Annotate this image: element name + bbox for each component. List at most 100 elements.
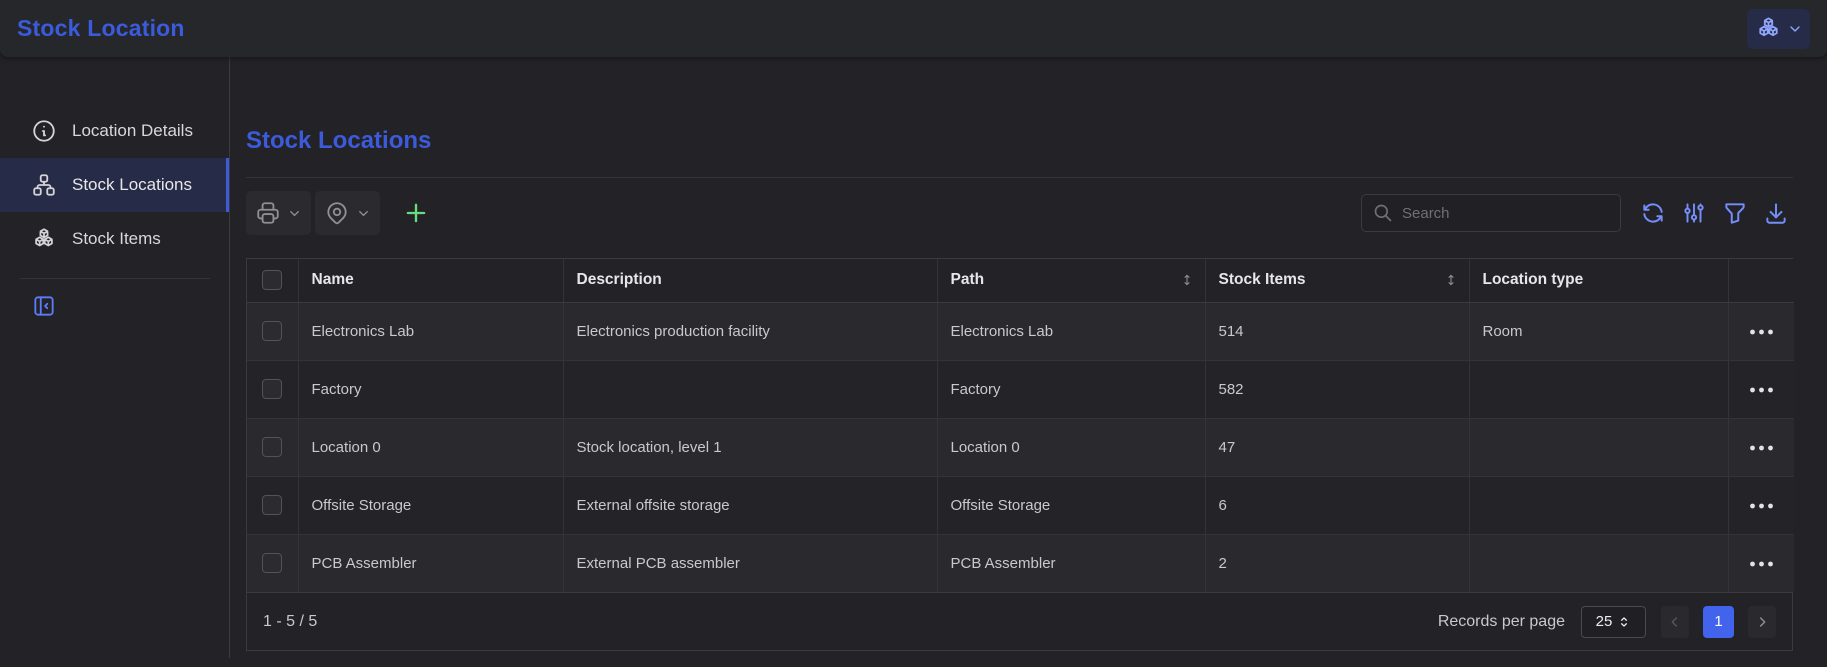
sidebar-item-stock-items[interactable]: Stock Items (0, 212, 229, 266)
cell-path: Electronics Lab (937, 302, 1205, 360)
cell-path: Factory (937, 360, 1205, 418)
cell-location-type: Room (1469, 302, 1728, 360)
row-actions-button[interactable] (1748, 385, 1775, 395)
previous-page-button[interactable] (1661, 606, 1689, 638)
stock-nav-dropdown-button[interactable] (1747, 9, 1810, 49)
row-checkbox[interactable] (262, 437, 282, 457)
records-per-page-select[interactable]: 25 (1581, 606, 1646, 638)
page-1-button[interactable]: 1 (1703, 606, 1734, 638)
cell-name: Electronics Lab (298, 302, 563, 360)
table-row[interactable]: Offsite Storage External offsite storage… (247, 476, 1794, 534)
select-all-checkbox[interactable] (262, 270, 282, 290)
sidebar-item-stock-locations[interactable]: Stock Locations (0, 158, 229, 212)
table-toolbar (246, 191, 1793, 235)
panel-content: Stock Locations (230, 57, 1827, 667)
column-header-name: Name (298, 259, 563, 302)
table-row[interactable]: Location 0 Stock location, level 1 Locat… (247, 418, 1794, 476)
dots-icon (1748, 327, 1775, 337)
map-pin-icon (324, 200, 350, 226)
row-checkbox[interactable] (262, 379, 282, 399)
cell-stock-items: 514 (1205, 302, 1469, 360)
header-select-all-cell (247, 259, 298, 302)
record-range-label: 1 - 5 / 5 (263, 613, 317, 631)
search-input[interactable] (1402, 205, 1609, 222)
column-header-path[interactable]: Path (937, 259, 1205, 302)
cell-location-type (1469, 360, 1728, 418)
dots-icon (1748, 385, 1775, 395)
dots-icon (1748, 559, 1775, 569)
location-actions-button[interactable] (315, 191, 380, 235)
row-actions-button[interactable] (1748, 501, 1775, 511)
heading-divider (246, 177, 1793, 178)
cell-name: Offsite Storage (298, 476, 563, 534)
column-header-description: Description (563, 259, 937, 302)
selector-icon (1617, 615, 1631, 629)
table-row[interactable]: Electronics Lab Electronics production f… (247, 302, 1794, 360)
sidebar-item-location-details[interactable]: Location Details (0, 104, 229, 158)
sidebar-collapse-icon (31, 293, 57, 319)
row-checkbox[interactable] (262, 495, 282, 515)
download-icon (1763, 200, 1789, 226)
adjustments-icon (1681, 200, 1707, 226)
refresh-icon (1640, 200, 1666, 226)
sitemap-icon (31, 172, 57, 198)
sidebar-collapse-button[interactable] (31, 293, 57, 319)
table-row[interactable]: Factory Factory 582 (247, 360, 1794, 418)
search-icon (1373, 203, 1393, 223)
row-checkbox[interactable] (262, 321, 282, 341)
sidebar-item-label: Stock Locations (72, 175, 192, 195)
chevron-down-icon (287, 206, 302, 221)
sort-icon (1179, 272, 1195, 288)
records-per-page-label: Records per page (1438, 613, 1565, 631)
next-page-button[interactable] (1748, 606, 1776, 638)
cell-location-type (1469, 534, 1728, 592)
print-actions-button[interactable] (246, 191, 311, 235)
cell-name: Location 0 (298, 418, 563, 476)
chevron-right-icon (1754, 614, 1770, 630)
packages-icon (1755, 15, 1782, 42)
table-settings-button[interactable] (1676, 196, 1711, 231)
cell-description: External PCB assembler (563, 534, 937, 592)
cell-stock-items: 47 (1205, 418, 1469, 476)
row-actions-button[interactable] (1748, 327, 1775, 337)
filter-button[interactable] (1717, 196, 1752, 231)
chevron-left-icon (1667, 614, 1683, 630)
table-body: Electronics Lab Electronics production f… (247, 302, 1794, 592)
filter-icon (1722, 200, 1748, 226)
cell-path: Location 0 (937, 418, 1205, 476)
sidebar-item-label: Location Details (72, 121, 193, 141)
add-stock-location-button[interactable] (402, 199, 430, 227)
column-header-stock-items[interactable]: Stock Items (1205, 259, 1469, 302)
top-bar: Stock Location (0, 0, 1827, 57)
cell-description (563, 360, 937, 418)
cell-name: PCB Assembler (298, 534, 563, 592)
page-title: Stock Location (17, 15, 185, 42)
table-header-row: Name Description Path (247, 259, 1794, 302)
column-header-actions (1728, 259, 1794, 302)
cell-name: Factory (298, 360, 563, 418)
row-actions-button[interactable] (1748, 559, 1775, 569)
cell-path: PCB Assembler (937, 534, 1205, 592)
printer-icon (255, 200, 281, 226)
cell-description: External offsite storage (563, 476, 937, 534)
table-footer: 1 - 5 / 5 Records per page 25 (247, 592, 1792, 650)
cell-stock-items: 582 (1205, 360, 1469, 418)
chevron-down-icon (356, 206, 371, 221)
sidebar-divider (20, 278, 210, 279)
cell-stock-items: 2 (1205, 534, 1469, 592)
dots-icon (1748, 501, 1775, 511)
sidebar-item-label: Stock Items (72, 229, 161, 249)
dots-icon (1748, 443, 1775, 453)
refresh-button[interactable] (1635, 196, 1670, 231)
search-box[interactable] (1361, 194, 1621, 232)
table-row[interactable]: PCB Assembler External PCB assembler PCB… (247, 534, 1794, 592)
sort-icon (1443, 272, 1459, 288)
stock-locations-table: Name Description Path (246, 258, 1793, 651)
cell-description: Electronics production facility (563, 302, 937, 360)
packages-icon (31, 226, 57, 252)
row-checkbox[interactable] (262, 553, 282, 573)
row-actions-button[interactable] (1748, 443, 1775, 453)
download-button[interactable] (1758, 196, 1793, 231)
cell-location-type (1469, 418, 1728, 476)
panel-sidebar: Location Details Stock Locations Stock I… (0, 57, 230, 658)
